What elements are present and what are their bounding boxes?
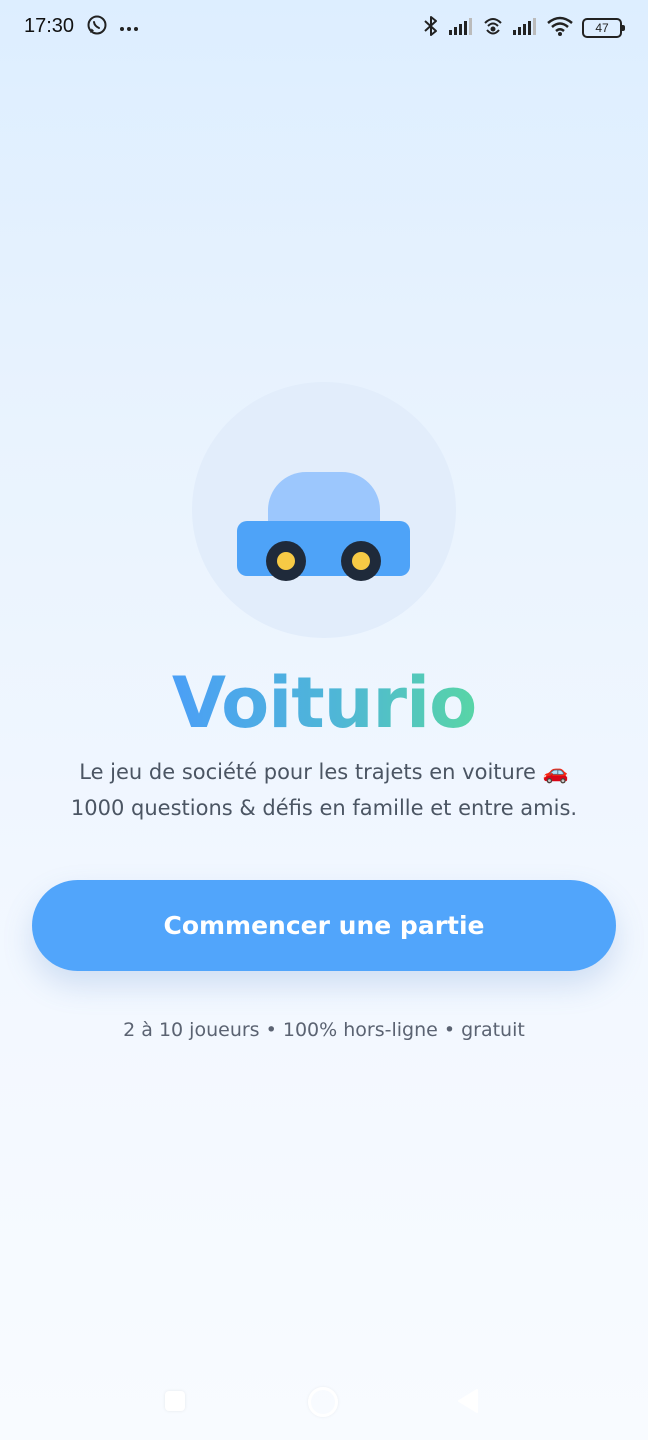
status-notification-icons: [86, 14, 140, 40]
battery-icon: 47: [582, 18, 625, 38]
car-roof: [268, 472, 380, 528]
status-time: 17:30: [24, 15, 75, 37]
app-title-text: Voiturio: [171, 662, 477, 744]
tagline-line-1: Le jeu de société pour les trajets en vo…: [79, 760, 569, 784]
status-bar: 17:30 47: [0, 0, 648, 56]
whatsapp-icon: [86, 14, 108, 40]
wifi-icon: [546, 15, 574, 41]
car-body: [237, 521, 410, 576]
status-system-icons: 47: [422, 14, 625, 42]
footer-note: 2 à 10 joueurs • 100% hors-ligne • gratu…: [123, 1019, 525, 1041]
hotspot-icon: [482, 15, 504, 41]
signal-icon: [512, 16, 538, 40]
signal-icon: [448, 16, 474, 40]
tagline-line-2: 1000 questions & défis en famille et ent…: [70, 796, 578, 820]
back-icon[interactable]: [456, 1388, 480, 1418]
app-title: Voiturio: [0, 660, 648, 746]
more-dots-icon: [118, 18, 140, 37]
home-icon[interactable]: [308, 1387, 338, 1417]
recent-apps-icon[interactable]: [165, 1391, 185, 1411]
car-wheel-right: [341, 541, 381, 581]
car-wheel-left: [266, 541, 306, 581]
start-game-button[interactable]: Commencer une partie: [32, 880, 616, 971]
bluetooth-icon: [422, 14, 440, 42]
